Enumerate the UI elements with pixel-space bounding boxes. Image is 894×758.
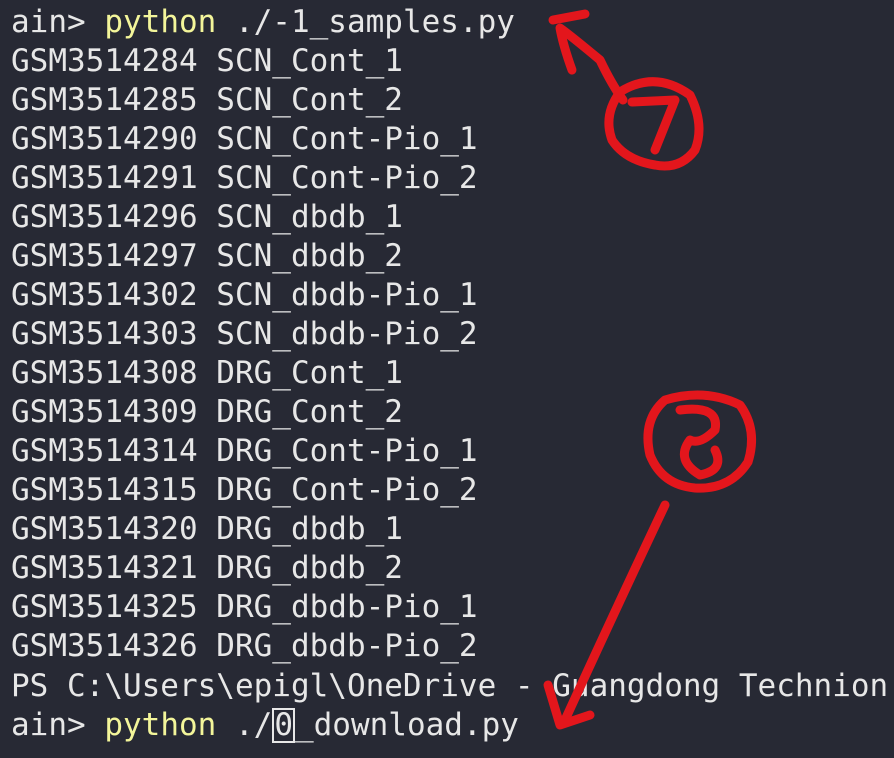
output-line: GSM3514290 SCN_Cont-Pio_1 [11, 121, 478, 157]
output-line: GSM3514285 SCN_Cont_2 [11, 82, 403, 118]
command-args: ./-1_samples.py [216, 4, 515, 40]
output-line: GSM3514321 DRG_dbdb_2 [11, 550, 403, 586]
output-line: GSM3514297 SCN_dbdb_2 [11, 238, 403, 274]
digit-7 [627, 95, 680, 155]
output-line: GSM3514308 DRG_Cont_1 [11, 355, 403, 391]
output-line: GSM3514302 SCN_dbdb-Pio_1 [11, 277, 478, 313]
output-line: GSM3514291 SCN_Cont-Pio_2 [11, 160, 478, 196]
circle-7 [604, 77, 704, 171]
output-line: GSM3514296 SCN_dbdb_1 [11, 199, 403, 235]
command-args-after-cursor: _download.py [294, 707, 519, 743]
arrow-7-stroke [555, 23, 628, 105]
prompt-path: ain> [11, 4, 105, 40]
output-line: GSM3514315 DRG_Cont-Pio_2 [11, 472, 478, 508]
ps-path: PS C:\Users\epigl\OneDrive - Guangdong T… [11, 668, 889, 704]
command-args-before-cursor: ./ [216, 707, 273, 743]
prompt-line-2[interactable]: ain> python ./0_download.py [11, 706, 519, 745]
output-line: GSM3514309 DRG_Cont_2 [11, 394, 403, 430]
output-line: GSM3514284 SCN_Cont_1 [11, 43, 403, 79]
output-line: GSM3514314 DRG_Cont-Pio_1 [11, 433, 478, 469]
output-line: GSM3514326 DRG_dbdb-Pio_2 [11, 628, 478, 664]
command-name: python [104, 4, 217, 40]
arrow-7-head [548, 9, 590, 25]
ps-prompt-line: PS C:\Users\epigl\OneDrive - Guangdong T… [11, 667, 888, 706]
mark-8-label: 8 [0, 0, 1, 1]
mark-7-label: 7 [0, 0, 1, 1]
output-line: GSM3514320 DRG_dbdb_1 [11, 511, 403, 547]
digit-8 [675, 404, 723, 480]
output-line: GSM3514325 DRG_dbdb-Pio_1 [11, 589, 478, 625]
text-cursor[interactable]: 0 [272, 708, 295, 743]
circle-8 [643, 390, 757, 493]
output-line: GSM3514303 SCN_dbdb-Pio_2 [11, 316, 478, 352]
prompt-path: ain> [11, 707, 105, 743]
prompt-line-1: ain> python ./-1_samples.py [11, 3, 515, 42]
terminal-window[interactable]: ain> python ./-1_samples.py GSM3514284 S… [0, 0, 894, 758]
command-name: python [104, 707, 217, 743]
